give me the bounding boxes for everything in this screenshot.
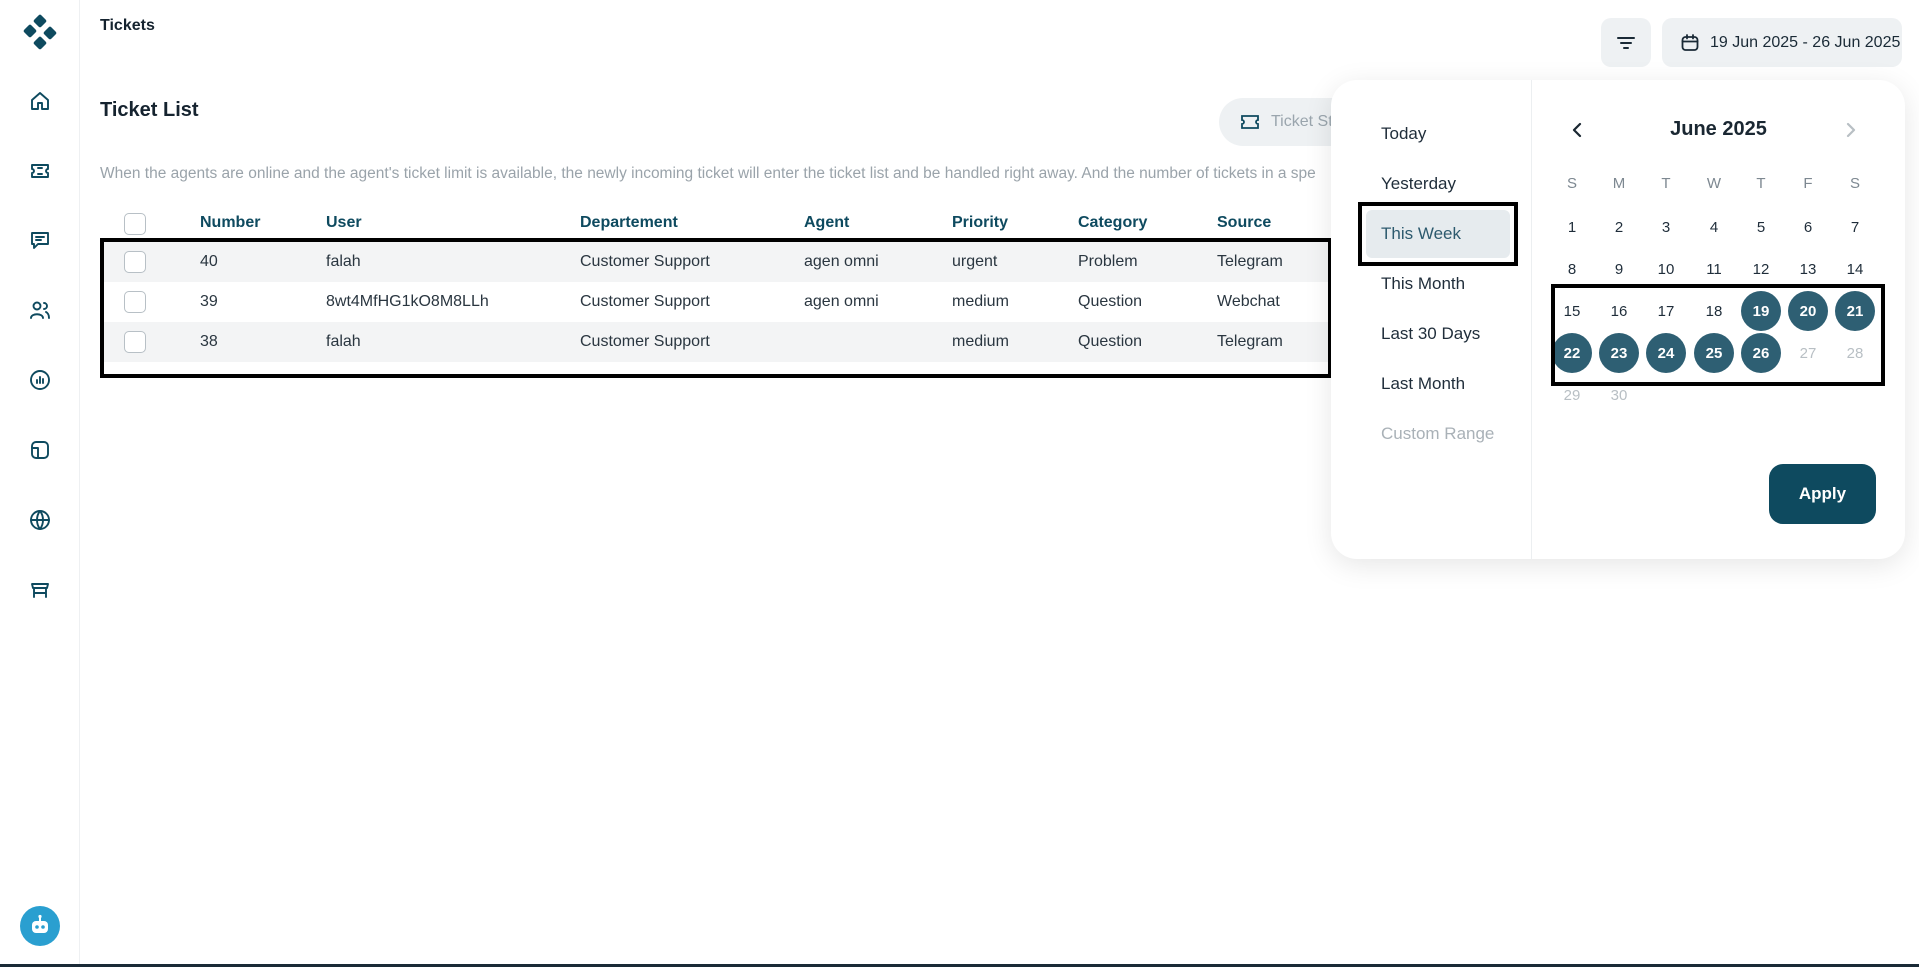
cell-number: 38: [200, 333, 218, 350]
weekday-label: T: [1661, 175, 1671, 192]
cell-source: Telegram: [1217, 333, 1283, 350]
home-icon[interactable]: [26, 87, 54, 115]
cell-agent: agen omni: [804, 293, 879, 310]
date-range-button[interactable]: 19 Jun 2025 - 26 Jun 2025: [1662, 18, 1902, 67]
preset-today[interactable]: Today: [1381, 124, 1426, 144]
select-all-checkbox[interactable]: [124, 213, 146, 235]
calendar-day[interactable]: 4: [1694, 207, 1734, 247]
breadcrumb: Tickets: [100, 17, 155, 34]
calendar-day[interactable]: 9: [1599, 249, 1639, 289]
weekday-label: S: [1566, 175, 1577, 192]
cell-category: Question: [1078, 293, 1143, 310]
preset-custom-range[interactable]: Custom Range: [1381, 424, 1494, 444]
weekday-label: T: [1756, 175, 1766, 192]
store-icon[interactable]: [26, 576, 54, 604]
globe-icon[interactable]: [26, 506, 54, 534]
column-header-category[interactable]: Category: [1078, 214, 1147, 232]
cell-priority: medium: [952, 333, 1009, 350]
cell-priority: urgent: [952, 253, 998, 270]
calendar-day[interactable]: 13: [1788, 249, 1828, 289]
users-icon[interactable]: [26, 296, 54, 324]
row-checkbox[interactable]: [124, 331, 146, 353]
selected-range-highlight: [1551, 284, 1885, 386]
apply-button[interactable]: Apply: [1769, 464, 1876, 524]
calendar-day[interactable]: 5: [1741, 207, 1781, 247]
column-header-user[interactable]: User: [326, 214, 362, 232]
ticket-icon: [1241, 115, 1259, 129]
ticket-status-label: Ticket St: [1271, 113, 1333, 130]
analytics-icon[interactable]: [26, 366, 54, 394]
layout-icon[interactable]: [26, 436, 54, 464]
calendar-day[interactable]: 10: [1646, 249, 1686, 289]
calendar-day[interactable]: 6: [1788, 207, 1828, 247]
calendar-day[interactable]: 14: [1835, 249, 1875, 289]
preset-this-week[interactable]: This Week: [1381, 224, 1461, 244]
column-header-number[interactable]: Number: [200, 214, 260, 232]
cell-department: Customer Support: [580, 333, 710, 350]
table-row[interactable]: 40 falah Customer Support agen omni urge…: [104, 242, 1328, 282]
column-header-priority[interactable]: Priority: [952, 214, 1008, 232]
calendar-day[interactable]: 7: [1835, 207, 1875, 247]
cell-source: Telegram: [1217, 253, 1283, 270]
preset-last-30-days[interactable]: Last 30 Days: [1381, 324, 1480, 344]
bot-avatar[interactable]: [20, 906, 60, 946]
row-checkbox[interactable]: [124, 251, 146, 273]
column-header-agent[interactable]: Agent: [804, 214, 849, 232]
calendar-day[interactable]: 8: [1552, 249, 1592, 289]
weekday-label: M: [1612, 175, 1626, 192]
cell-category: Question: [1078, 333, 1143, 350]
calendar-day[interactable]: 2: [1599, 207, 1639, 247]
preset-this-month[interactable]: This Month: [1381, 274, 1465, 294]
cell-user: falah: [326, 333, 361, 350]
cell-user: falah: [326, 253, 361, 270]
column-header-department[interactable]: Departement: [580, 214, 678, 232]
cell-department: Customer Support: [580, 293, 710, 310]
preset-last-month[interactable]: Last Month: [1381, 374, 1465, 394]
page-title: Ticket List: [100, 99, 199, 121]
cell-number: 40: [200, 253, 218, 270]
ticket-icon[interactable]: [26, 157, 54, 185]
next-month-button[interactable]: [1838, 118, 1862, 142]
sidebar: [0, 0, 80, 967]
table-body: 40 falah Customer Support agen omni urge…: [100, 238, 1332, 378]
table-row[interactable]: 39 8wt4MfHG1kO8M8LLh Customer Support ag…: [104, 282, 1328, 322]
calendar-day[interactable]: 11: [1694, 249, 1734, 289]
filter-button[interactable]: [1601, 18, 1651, 67]
cell-user: 8wt4MfHG1kO8M8LLh: [326, 293, 489, 310]
cell-priority: medium: [952, 293, 1009, 310]
column-header-source[interactable]: Source: [1217, 214, 1271, 232]
cell-source: Webchat: [1217, 293, 1280, 310]
date-range-label: 19 Jun 2025 - 26 Jun 2025: [1710, 33, 1901, 51]
calendar-day[interactable]: 3: [1646, 207, 1686, 247]
table-header: Number User Departement Agent Priority C…: [100, 210, 1332, 238]
weekday-label: F: [1803, 175, 1813, 192]
calendar-icon: [1681, 33, 1699, 51]
calendar-day[interactable]: 1: [1552, 207, 1592, 247]
weekday-label: W: [1706, 175, 1722, 192]
cell-number: 39: [200, 293, 218, 310]
chevron-right-icon: [1846, 122, 1856, 138]
app-logo[interactable]: [22, 14, 58, 50]
filter-icon: [1617, 36, 1635, 49]
weekday-label: S: [1849, 175, 1860, 192]
cell-category: Problem: [1078, 253, 1138, 270]
description-text: When the agents are online and the agent…: [100, 165, 1316, 182]
row-checkbox[interactable]: [124, 291, 146, 313]
table-row[interactable]: 38 falah Customer Support medium Questio…: [104, 322, 1328, 362]
cell-department: Customer Support: [580, 253, 710, 270]
calendar-day[interactable]: 12: [1741, 249, 1781, 289]
preset-list: Today Yesterday This Week This Month Las…: [1331, 80, 1532, 559]
chat-icon[interactable]: [26, 226, 54, 254]
cell-agent: agen omni: [804, 253, 879, 270]
preset-yesterday[interactable]: Yesterday: [1381, 174, 1456, 194]
